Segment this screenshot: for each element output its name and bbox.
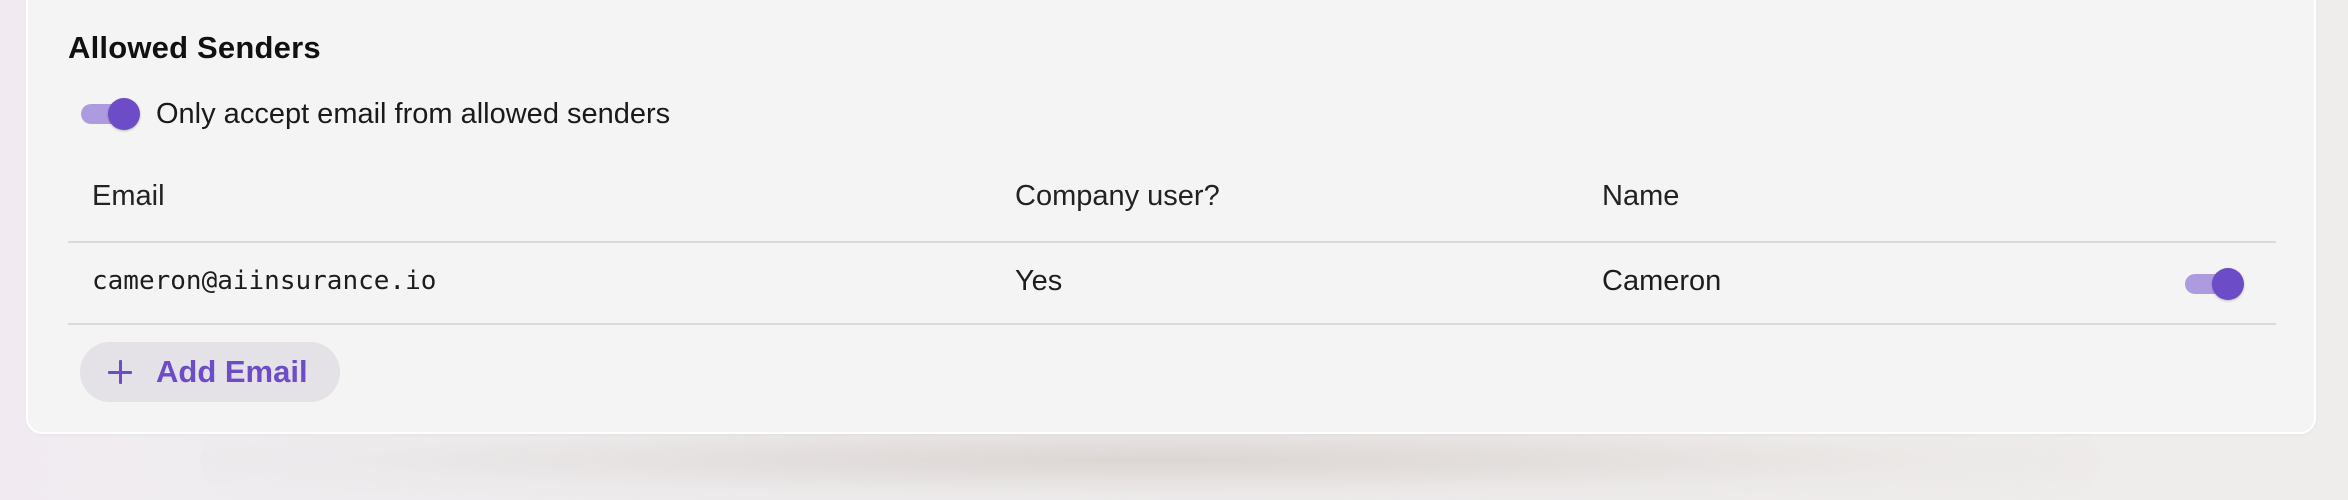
allowlist-toggle[interactable] bbox=[81, 98, 141, 130]
add-email-label: Add Email bbox=[156, 354, 308, 389]
allowlist-toggle-label: Only accept email from allowed senders bbox=[156, 98, 671, 130]
plus-icon bbox=[108, 360, 132, 384]
toggle-thumb bbox=[2212, 268, 2244, 300]
row-company-user: Yes bbox=[1015, 265, 1063, 297]
column-header-name: Name bbox=[1602, 180, 1680, 212]
toggle-thumb bbox=[108, 98, 140, 130]
row-name: Cameron bbox=[1602, 265, 1722, 297]
header-divider bbox=[68, 241, 2276, 243]
row-email: cameron@aiinsurance.io bbox=[92, 266, 437, 296]
section-title: Allowed Senders bbox=[68, 30, 321, 65]
row-enabled-toggle[interactable] bbox=[2185, 268, 2245, 300]
allowed-senders-card bbox=[26, 0, 2316, 434]
add-email-button[interactable]: Add Email bbox=[80, 342, 340, 402]
column-header-company-user: Company user? bbox=[1015, 180, 1220, 212]
row-divider bbox=[68, 323, 2276, 325]
column-header-email: Email bbox=[92, 180, 165, 212]
